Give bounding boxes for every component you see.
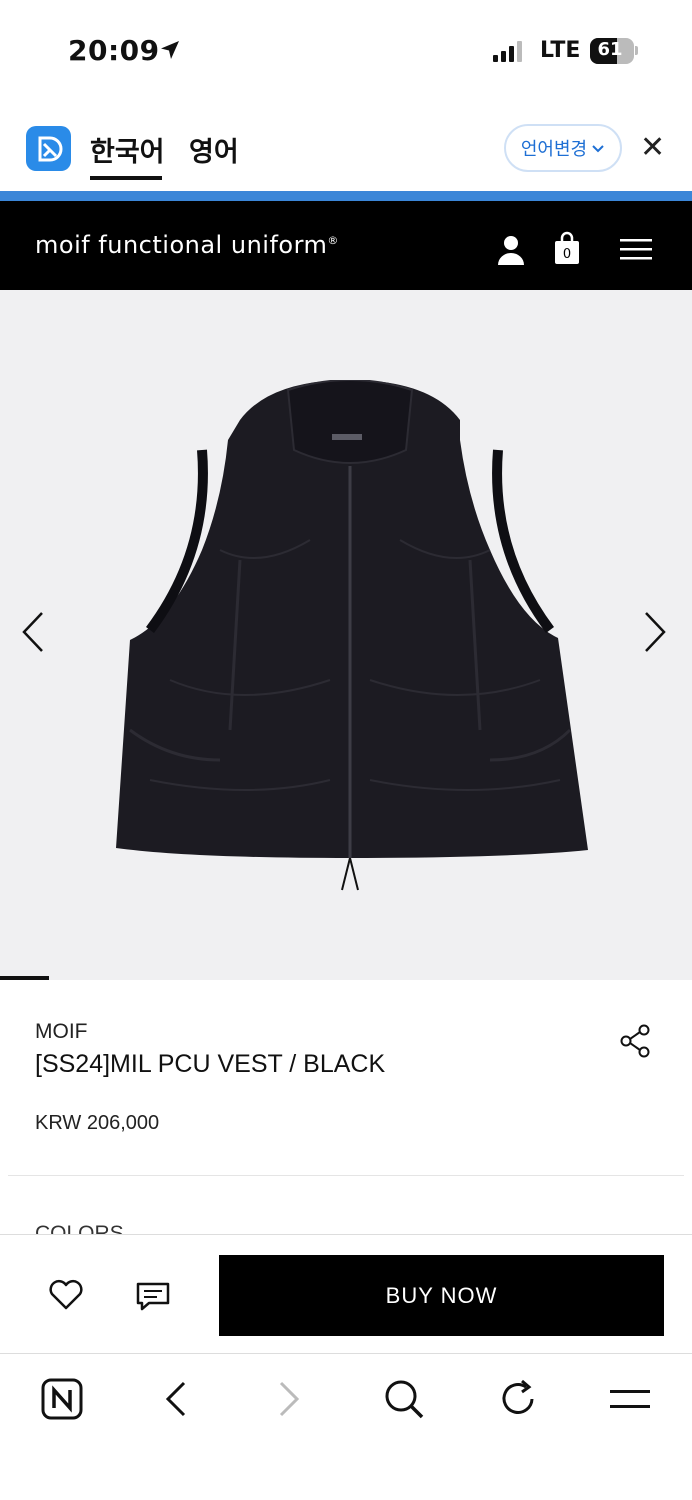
user-icon[interactable] [496, 234, 526, 270]
wishlist-heart-icon[interactable] [48, 1279, 84, 1315]
location-arrow-icon [158, 38, 182, 66]
purchase-bar: BUY NOW [0, 1234, 692, 1354]
search-icon[interactable] [382, 1377, 426, 1425]
hamburger-menu-icon[interactable] [620, 238, 652, 264]
gallery-progress-indicator [0, 976, 49, 980]
status-bar: 20:09 LTE 61 [0, 0, 692, 100]
browser-toolbar [0, 1355, 692, 1500]
site-header: moif functional uniform® 0 [0, 201, 692, 290]
network-label: LTE [540, 38, 581, 63]
translator-logo-icon [26, 126, 71, 171]
battery-icon: 61 [590, 38, 634, 64]
site-logo-text: moif functional uniform [35, 231, 328, 259]
review-icon[interactable] [135, 1281, 171, 1317]
registered-mark: ® [327, 234, 339, 247]
battery-percent: 61 [597, 39, 623, 60]
chevron-down-icon [592, 145, 604, 153]
close-button[interactable]: ✕ [640, 130, 665, 166]
battery-cap [635, 46, 638, 55]
buy-now-button[interactable]: BUY NOW [219, 1255, 664, 1336]
back-arrow-icon[interactable] [160, 1377, 190, 1425]
status-time: 20:09 [68, 34, 160, 67]
naver-home-icon[interactable] [40, 1377, 84, 1425]
product-title: [SS24]MIL PCU VEST / BLACK [35, 1050, 386, 1078]
share-icon[interactable] [620, 1024, 650, 1062]
colors-section-label: COLORS [35, 1222, 124, 1234]
product-image [116, 380, 588, 891]
translate-bar: 한국어 영어 언어변경 ✕ [0, 100, 692, 192]
signal-strength-icon [493, 40, 522, 62]
site-logo[interactable]: moif functional uniform® [35, 231, 339, 259]
tab-english[interactable]: 영어 [189, 130, 239, 169]
tab-korean[interactable]: 한국어 [90, 130, 165, 169]
forward-arrow-icon [275, 1377, 305, 1425]
divider [8, 1175, 684, 1176]
translate-divider [0, 191, 692, 201]
active-tab-indicator [90, 176, 162, 180]
next-image-icon[interactable] [640, 610, 670, 658]
cart-count: 0 [562, 247, 572, 262]
product-brand: MOIF [35, 1020, 88, 1043]
product-price: KRW 206,000 [35, 1112, 160, 1134]
product-gallery[interactable] [0, 290, 692, 980]
previous-image-icon[interactable] [18, 610, 48, 658]
change-language-label: 언어변경 [520, 139, 588, 160]
change-language-button[interactable]: 언어변경 [504, 124, 622, 172]
menu-icon[interactable] [608, 1377, 652, 1425]
refresh-icon[interactable] [496, 1377, 540, 1425]
